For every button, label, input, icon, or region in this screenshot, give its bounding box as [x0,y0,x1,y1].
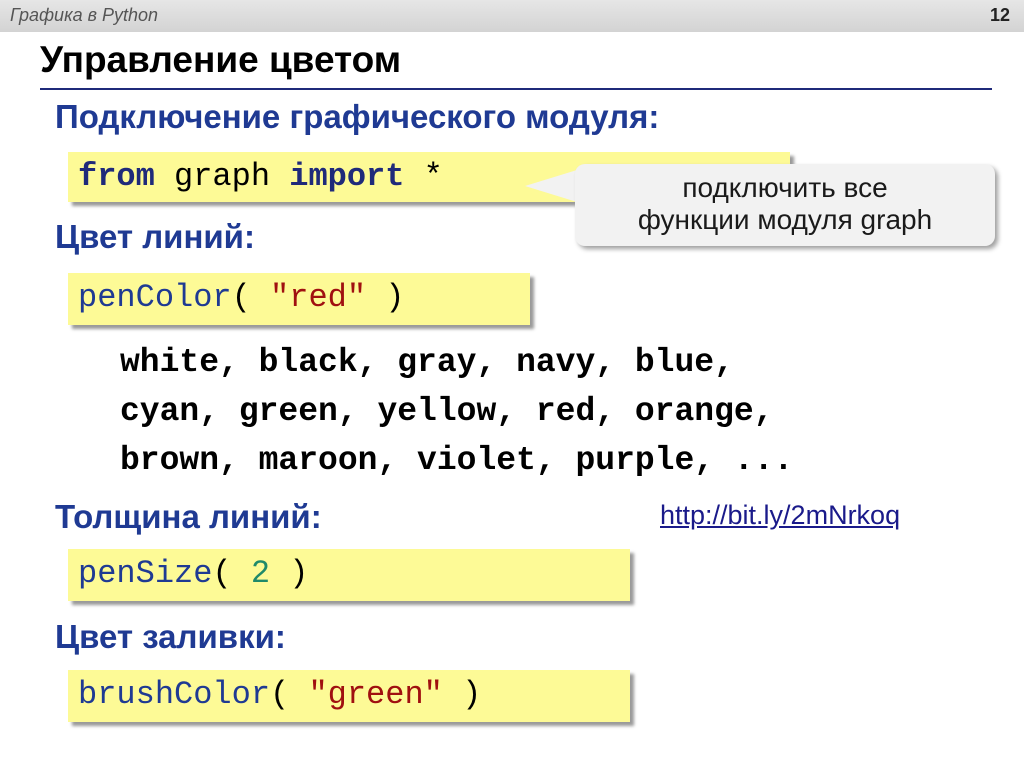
code-function-pensize: penSize [78,555,213,592]
code-string-red: "red" [270,279,367,316]
code-function-brushcolor: brushColor [78,676,271,713]
code-paren-close: ) [366,279,405,316]
code-brush-color: brushColor( "green" ) [68,670,630,722]
code-number-2: 2 [250,555,271,592]
title-divider [40,88,992,90]
code-string-green: "green" [308,676,443,713]
slide-header-bar: Графика в Python 12 [0,0,1024,32]
code-paren-close: ) [442,676,482,713]
heading-line-width: Толщина линий: [55,498,322,535]
code-wildcard: * [404,158,443,195]
callout-line-1: подключить все [682,172,888,203]
color-names-line-3: brown, maroon, violet, purple, ... [120,442,794,479]
code-paren-open: ( [270,676,309,713]
course-title: Графика в Python [10,5,159,25]
heading-fill-color: Цвет заливки: [55,618,286,655]
slide-number: 12 [989,5,1010,25]
reference-link[interactable]: http://bit.ly/2mNrkoq [660,500,900,531]
code-function-pencolor: penColor [78,279,232,316]
color-names-line-2: cyan, green, yellow, red, orange, [120,393,774,430]
code-keyword-from: from [78,158,155,195]
callout-pointer [525,170,577,202]
code-keyword-import: import [289,158,405,195]
slide-title: Управление цветом [40,39,402,80]
heading-module: Подключение графического модуля: [55,98,660,135]
code-pen-size: penSize( 2 ) [68,549,630,601]
code-pen-color: penColor( "red" ) [68,273,530,325]
code-module-name: graph [154,158,290,195]
callout-line-2: функции модуля graph [637,204,933,235]
callout-box: подключить все функции модуля graph [575,164,995,246]
code-paren-close: ) [270,555,309,592]
heading-line-color: Цвет линий: [55,218,255,255]
code-paren-open: ( [231,279,271,316]
color-names-line-1: white, black, gray, navy, blue, [120,344,734,381]
code-paren-open: ( [212,555,251,592]
